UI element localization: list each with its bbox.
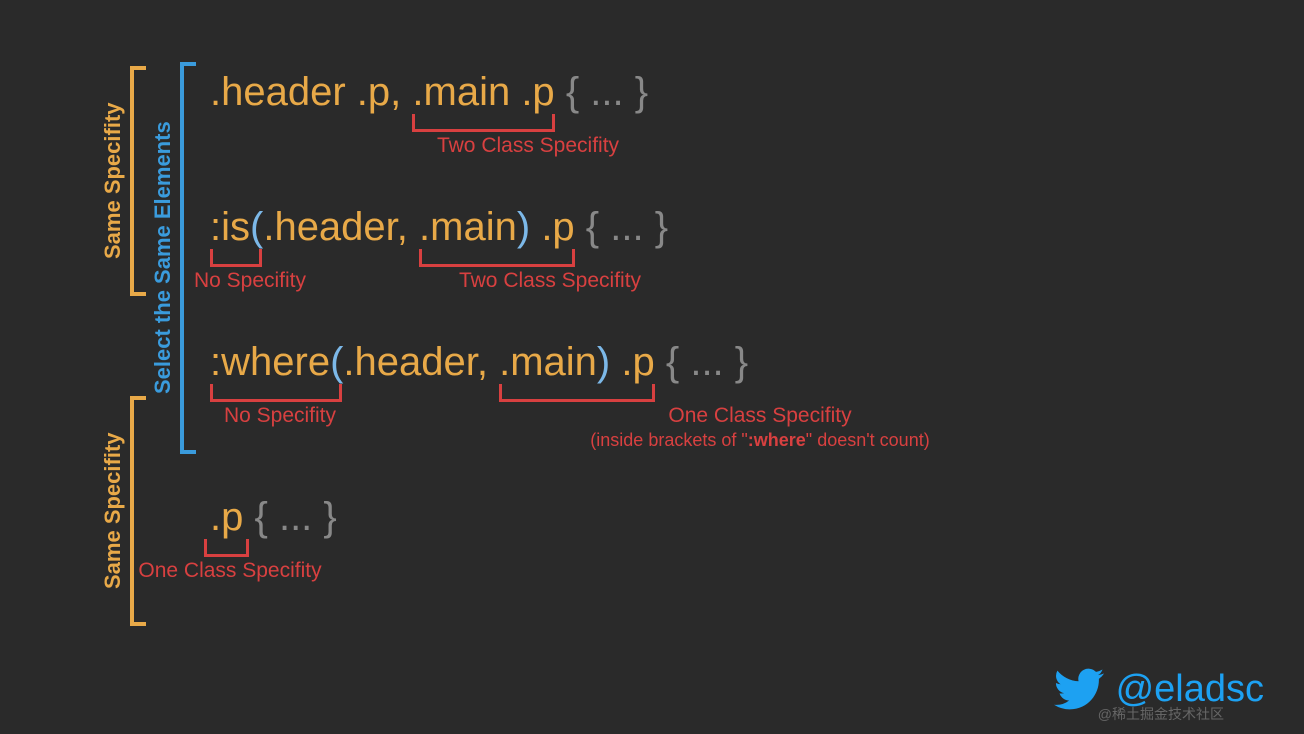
code-line-4: .p { ... } One Class Specifity [210, 495, 748, 540]
l3-brace: { ... } [666, 340, 748, 384]
l3-fn-group: :where [210, 340, 330, 385]
l3-open: ( [330, 340, 343, 384]
code-line-1: .header .p, .main .p { ... } Two Class S… [210, 70, 748, 115]
l1-brace: { ... } [566, 70, 648, 114]
l4-brace: { ... } [254, 495, 336, 539]
l3-arg1: .header [343, 340, 476, 384]
label-same-specifity-top: Same Specifity [100, 66, 126, 296]
l2-arg2: .main [419, 205, 517, 249]
l3-ub2 [499, 390, 655, 402]
l2-arg1: .header [263, 205, 396, 249]
l2-open: ( [250, 205, 263, 249]
l2-anno2: Two Class Specifity [450, 269, 650, 293]
l1-anno: Two Class Specifity [428, 134, 628, 158]
l2-anno1: No Specifity [180, 269, 320, 293]
twitter-icon [1054, 664, 1104, 714]
l2-arg2-group: .main) .p [419, 205, 575, 250]
watermark: @稀土掘金技术社区 [1098, 704, 1224, 724]
l2-brace: { ... } [586, 205, 668, 249]
l3-ub1 [210, 390, 342, 402]
l1-highlight-group: .main .p [412, 70, 554, 115]
l3-anno2sub: (inside brackets of ":where" doesn't cou… [560, 430, 960, 451]
l3-anno1: No Specifity [210, 404, 350, 428]
l2-fn: :is [210, 205, 250, 249]
l3-fn: :where [210, 340, 330, 384]
l3-arg2: .main [499, 340, 597, 384]
l3-sub-a: (inside brackets of " [590, 430, 747, 450]
l4-sel: .p [210, 495, 243, 539]
bracket-same-specifity-top [130, 66, 146, 296]
label-same-specifity-bottom: Same Specifity [100, 396, 126, 626]
bracket-select-same [180, 62, 196, 454]
l3-comma: , [477, 340, 488, 384]
code-content: .header .p, .main .p { ... } Two Class S… [210, 70, 748, 540]
l3-sel: .p [621, 340, 654, 384]
l4-ub [204, 545, 249, 557]
l2-ub1 [210, 255, 262, 267]
l4-sel-group: .p [210, 495, 243, 540]
l3-close: ) [597, 340, 610, 384]
l3-sub-b: :where [748, 430, 806, 450]
l2-close: ) [517, 205, 530, 249]
bracket-same-specifity-bottom [130, 396, 146, 626]
l2-ub2 [419, 255, 575, 267]
label-select-same: Select the Same Elements [150, 62, 176, 454]
code-line-2: :is (.header, .main) .p { ... } No Speci… [210, 205, 748, 250]
l1-comma: , [390, 70, 401, 114]
l1-underbrace [412, 120, 554, 132]
l3-arg2-group: .main) .p [499, 340, 655, 385]
l4-anno: One Class Specifity [130, 559, 330, 583]
l3-sub-c: " doesn't count) [806, 430, 930, 450]
l1-prefix: .header .p [210, 70, 390, 114]
l2-sel: .p [541, 205, 574, 249]
l2-fn-group: :is [210, 205, 250, 250]
l2-comma: , [397, 205, 408, 249]
code-line-3: :where (.header, .main) .p { ... } No Sp… [210, 340, 748, 385]
l1-highlight: .main .p [412, 70, 554, 114]
l3-anno2: One Class Specifity [640, 404, 880, 428]
